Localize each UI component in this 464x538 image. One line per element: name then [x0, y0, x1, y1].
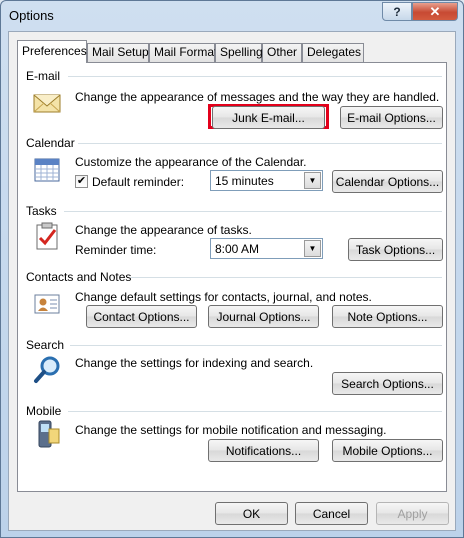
dropdown-arrow-icon[interactable]: ▼ — [304, 172, 321, 189]
cancel-button[interactable]: Cancel — [295, 502, 368, 525]
email-description: Change the appearance of messages and th… — [75, 90, 440, 104]
magnifier-icon — [34, 356, 60, 383]
tasks-description: Change the appearance of tasks. — [75, 223, 252, 237]
help-button[interactable]: ? — [382, 2, 412, 21]
close-button[interactable]: ✕ — [412, 2, 458, 21]
default-reminder-value: 15 minutes — [215, 174, 274, 188]
tab-spelling[interactable]: Spelling — [215, 43, 263, 62]
tasks-section-heading: Tasks — [26, 204, 57, 218]
calendar-icon — [34, 158, 60, 182]
section-divider — [70, 345, 442, 346]
calendar-options-button[interactable]: Calendar Options... — [332, 170, 443, 193]
default-reminder-label: Default reminder: — [92, 175, 185, 189]
section-divider — [68, 411, 442, 412]
default-reminder-checkbox[interactable]: ✔ — [75, 175, 88, 188]
preferences-panel: E-mail Change the appearance of messages… — [17, 62, 447, 492]
reminder-time-value: 8:00 AM — [215, 242, 260, 256]
mobile-phone-icon — [38, 420, 60, 448]
junk-email-button[interactable]: Junk E-mail... — [212, 106, 325, 129]
task-options-button[interactable]: Task Options... — [348, 238, 443, 261]
envelope-icon — [33, 94, 61, 113]
note-options-button[interactable]: Note Options... — [332, 305, 443, 328]
search-section-heading: Search — [26, 338, 65, 352]
dropdown-arrow-icon[interactable]: ▼ — [304, 240, 321, 257]
section-divider — [68, 76, 442, 77]
window-title: Options — [9, 8, 54, 23]
section-divider — [64, 211, 442, 212]
mobile-options-button[interactable]: Mobile Options... — [332, 439, 443, 462]
notifications-button[interactable]: Notifications... — [208, 439, 319, 462]
default-reminder-select[interactable]: 15 minutes ▼ — [210, 170, 323, 191]
calendar-description: Customize the appearance of the Calendar… — [75, 155, 307, 169]
search-description: Change the settings for indexing and sea… — [75, 356, 314, 370]
search-options-button[interactable]: Search Options... — [332, 372, 443, 395]
tab-mail-format[interactable]: Mail Format — [149, 43, 217, 62]
email-section-heading: E-mail — [26, 69, 61, 83]
calendar-section-heading: Calendar — [26, 136, 75, 150]
journal-options-button[interactable]: Journal Options... — [208, 305, 319, 328]
contact-options-button[interactable]: Contact Options... — [86, 305, 197, 328]
section-divider — [78, 143, 442, 144]
help-icon: ? — [393, 4, 401, 19]
task-clipboard-icon — [36, 222, 58, 250]
tab-other[interactable]: Other — [262, 43, 302, 62]
section-divider — [130, 277, 442, 278]
reminder-time-label: Reminder time: — [75, 243, 157, 257]
tab-preferences[interactable]: Preferences — [17, 40, 87, 63]
contacts-section-heading: Contacts and Notes — [26, 270, 132, 284]
contacts-description: Change default settings for contacts, jo… — [75, 290, 372, 304]
email-options-button[interactable]: E-mail Options... — [340, 106, 443, 129]
tab-delegates[interactable]: Delegates — [302, 43, 364, 62]
apply-button[interactable]: Apply — [376, 502, 449, 525]
dialog-client-area: Preferences Mail Setup Mail Format Spell… — [8, 31, 456, 531]
ok-button[interactable]: OK — [215, 502, 288, 525]
title-bar[interactable]: Options ? ✕ — [1, 1, 463, 31]
options-dialog: Options ? ✕ Preferences Mail Setup Mail … — [0, 0, 464, 538]
mobile-description: Change the settings for mobile notificat… — [75, 423, 387, 437]
close-icon: ✕ — [429, 3, 441, 19]
reminder-time-select[interactable]: 8:00 AM ▼ — [210, 238, 323, 259]
contact-card-icon — [34, 294, 60, 314]
mobile-section-heading: Mobile — [26, 404, 62, 418]
tab-mail-setup[interactable]: Mail Setup — [87, 43, 149, 62]
